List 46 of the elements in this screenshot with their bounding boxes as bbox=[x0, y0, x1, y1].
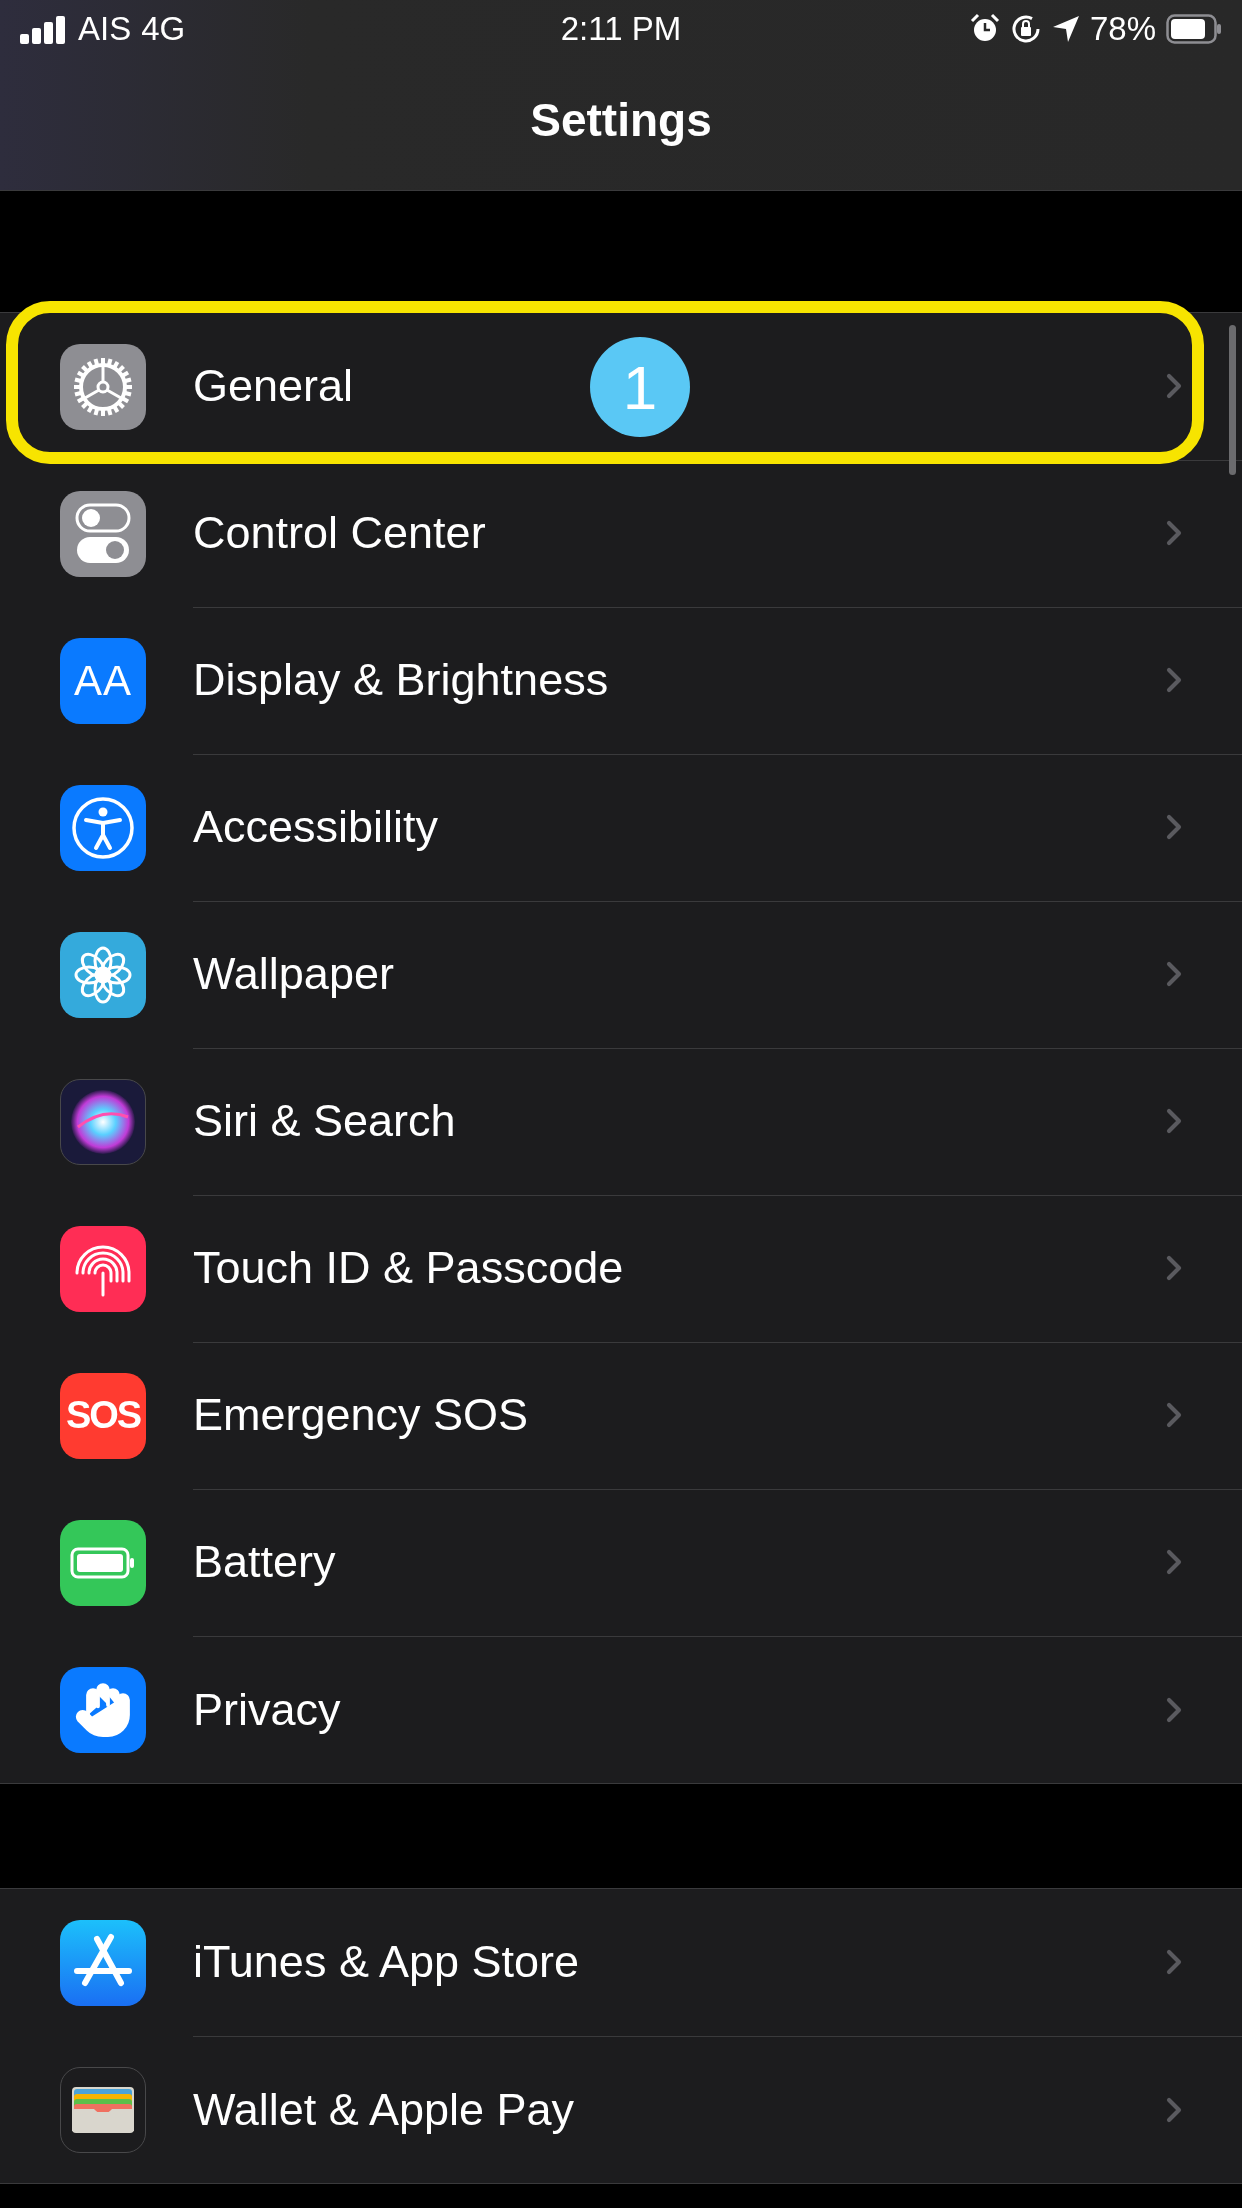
wallet-icon bbox=[60, 2066, 146, 2153]
accessibility-icon bbox=[60, 784, 146, 871]
clock-time: 2:11 PM bbox=[560, 10, 682, 48]
page-title: Settings bbox=[530, 93, 712, 147]
row-label: Accessibility bbox=[193, 801, 439, 853]
toggles-icon bbox=[60, 490, 146, 577]
battery-icon bbox=[1166, 14, 1222, 44]
row-label: Wallpaper bbox=[193, 948, 394, 1000]
settings-row[interactable]: General 1 bbox=[0, 313, 1242, 460]
hand-icon bbox=[60, 1666, 146, 1753]
flower-icon bbox=[60, 931, 146, 1018]
row-label: Emergency SOS bbox=[193, 1389, 529, 1441]
row-label: General bbox=[193, 360, 354, 412]
icon-letters: SOS bbox=[65, 1394, 141, 1437]
fingerprint-icon bbox=[60, 1225, 146, 1312]
row-label: Battery bbox=[193, 1536, 336, 1588]
rotation-lock-icon bbox=[1009, 13, 1042, 45]
settings-row[interactable]: Privacy bbox=[0, 1636, 1242, 1783]
siri-orb-icon bbox=[60, 1078, 146, 1165]
row-label: Siri & Search bbox=[193, 1095, 456, 1147]
settings-row[interactable]: iTunes & App Store bbox=[0, 1889, 1242, 2036]
row-label: iTunes & App Store bbox=[193, 1936, 580, 1988]
step-badge: 1 bbox=[590, 337, 690, 437]
settings-row[interactable]: AA Display & Brightness bbox=[0, 607, 1242, 754]
row-label: Privacy bbox=[193, 1683, 341, 1736]
row-label: Display & Brightness bbox=[193, 654, 609, 706]
signal-icon bbox=[20, 14, 68, 44]
settings-row[interactable]: Touch ID & Passcode bbox=[0, 1195, 1242, 1342]
location-arrow-icon bbox=[1051, 15, 1080, 43]
settings-row[interactable]: SOS Emergency SOS bbox=[0, 1342, 1242, 1489]
icon-letters: AA bbox=[74, 656, 132, 705]
row-label: Wallet & Apple Pay bbox=[193, 2083, 575, 2136]
settings-row[interactable]: Accessibility bbox=[0, 754, 1242, 901]
battery-icon bbox=[60, 1519, 146, 1606]
settings-row[interactable]: Wallpaper bbox=[0, 901, 1242, 1048]
settings-row[interactable]: Battery bbox=[0, 1489, 1242, 1636]
app-store-icon bbox=[60, 1919, 146, 2006]
gear-icon bbox=[60, 343, 146, 430]
settings-row[interactable]: Siri & Search bbox=[0, 1048, 1242, 1195]
network-type: 4G bbox=[141, 10, 186, 48]
settings-row[interactable]: Control Center bbox=[0, 460, 1242, 607]
carrier-name: AIS bbox=[78, 10, 132, 48]
row-label: Touch ID & Passcode bbox=[193, 1242, 624, 1294]
settings-row[interactable]: Wallet & Apple Pay bbox=[0, 2036, 1242, 2183]
battery-percentage: 78% bbox=[1089, 10, 1156, 48]
row-label: Control Center bbox=[193, 507, 486, 559]
